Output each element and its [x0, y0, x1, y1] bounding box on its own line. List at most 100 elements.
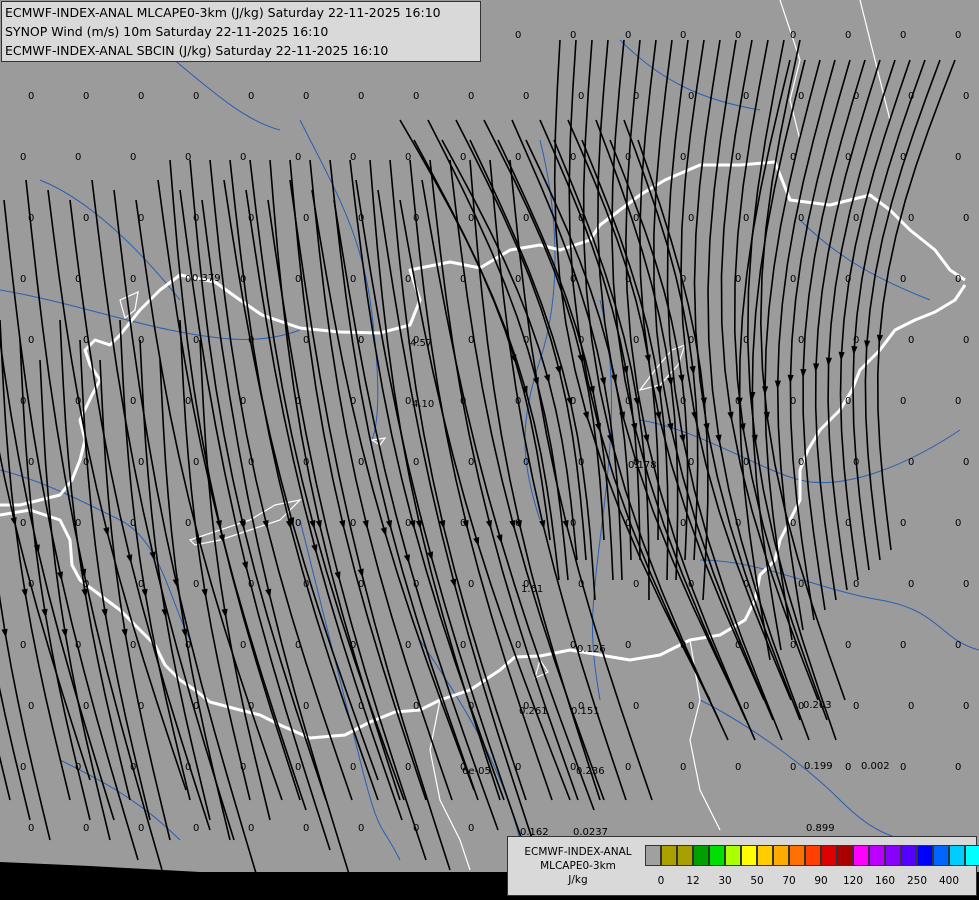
legend-swatch — [709, 845, 725, 866]
sbcin-zero-label: 0 — [625, 152, 631, 163]
sbcin-zero-label: 0 — [790, 640, 796, 651]
sbcin-zero-label: 0 — [83, 213, 89, 224]
legend-swatch — [645, 845, 661, 866]
sbcin-zero-label: 0 — [798, 579, 804, 590]
legend-tick: 120 — [842, 875, 864, 887]
sbcin-zero-label: 0 — [468, 823, 474, 834]
sbcin-zero-label: 0 — [908, 579, 914, 590]
sbcin-zero-label: 0 — [28, 579, 34, 590]
sbcin-zero-label: 0 — [790, 152, 796, 163]
sbcin-value-label: 0.126 — [577, 644, 606, 655]
sbcin-zero-label: 0 — [358, 213, 364, 224]
sbcin-zero-label: 0 — [735, 274, 741, 285]
header-line-wind: SYNOP Wind (m/s) 10m Saturday 22-11-2025… — [5, 24, 329, 39]
sbcin-zero-label: 0 — [633, 213, 639, 224]
sbcin-zero-label: 0 — [908, 213, 914, 224]
sbcin-zero-label: 0 — [515, 518, 521, 529]
sbcin-zero-label: 0 — [625, 274, 631, 285]
sbcin-zero-label: 0 — [358, 579, 364, 590]
sbcin-zero-label: 0 — [138, 701, 144, 712]
sbcin-value-label: 0.151 — [571, 706, 600, 717]
sbcin-value-label: 6e-05 — [462, 766, 491, 777]
sbcin-zero-label: 0 — [413, 579, 419, 590]
legend-ticks: 0 12 30 50 70 90 120 160 250 400 — [645, 875, 975, 889]
sbcin-zero-label: 0 — [138, 335, 144, 346]
sbcin-zero-label: 0 — [625, 762, 631, 773]
sbcin-zero-label: 0 — [185, 396, 191, 407]
sbcin-zero-label: 0 — [633, 579, 639, 590]
sbcin-value-label: 0.199 — [804, 761, 833, 772]
sbcin-zero-label: 0 — [468, 579, 474, 590]
legend-swatch — [965, 845, 979, 866]
sbcin-zero-label: 0 — [83, 579, 89, 590]
sbcin-value-label: 4.10 — [412, 399, 434, 410]
sbcin-zero-label: 0 — [28, 823, 34, 834]
legend-tick: 160 — [874, 875, 896, 887]
legend-tick: 70 — [782, 875, 796, 887]
header-line-sbcin: ECMWF-INDEX-ANAL SBCIN (J/kg) Saturday 2… — [5, 43, 389, 58]
sbcin-zero-label: 0 — [633, 91, 639, 102]
sbcin-zero-label: 0 — [468, 457, 474, 468]
sbcin-value-label: 0.203 — [803, 700, 832, 711]
sbcin-value-label: 0.002 — [861, 761, 890, 772]
sbcin-zero-label: 0 — [845, 274, 851, 285]
sbcin-zero-label: 0 — [240, 396, 246, 407]
legend-swatch — [869, 845, 885, 866]
sbcin-zero-label: 0 — [248, 91, 254, 102]
legend-tick: 250 — [906, 875, 928, 887]
sbcin-value-label: 0.261 — [519, 706, 548, 717]
sbcin-zero-label: 0 — [963, 213, 969, 224]
sbcin-zero-label: 0 — [515, 30, 521, 41]
sbcin-zero-label: 0 — [405, 518, 411, 529]
sbcin-zero-label: 0 — [570, 152, 576, 163]
sbcin-zero-label: 0 — [248, 213, 254, 224]
map-header-panel: ECMWF-INDEX-ANAL MLCAPE0-3km (J/kg) Satu… — [1, 1, 481, 62]
sbcin-zero-label: 0 — [75, 762, 81, 773]
sbcin-value-label: 1.61 — [521, 584, 543, 595]
legend-swatch — [837, 845, 853, 866]
sbcin-zero-label: 0 — [625, 30, 631, 41]
sbcin-zero-label: 0 — [28, 213, 34, 224]
sbcin-zero-label: 0 — [358, 335, 364, 346]
sbcin-zero-label: 0 — [240, 518, 246, 529]
legend-swatch — [949, 845, 965, 866]
sbcin-zero-label: 0 — [900, 30, 906, 41]
sbcin-zero-label: 0 — [20, 152, 26, 163]
sbcin-zero-label: 0 — [20, 640, 26, 651]
sbcin-zero-label: 0 — [193, 335, 199, 346]
sbcin-zero-label: 0 — [625, 396, 631, 407]
legend-swatch — [917, 845, 933, 866]
sbcin-zero-label: 0 — [790, 762, 796, 773]
sbcin-zero-label: 0 — [845, 518, 851, 529]
legend-tick: 30 — [718, 875, 732, 887]
sbcin-zero-label: 0 — [523, 335, 529, 346]
sbcin-zero-label: 0 — [680, 762, 686, 773]
sbcin-zero-label: 0 — [138, 579, 144, 590]
sbcin-zero-label: 0 — [908, 457, 914, 468]
sbcin-zero-label: 0 — [75, 152, 81, 163]
sbcin-zero-label: 0 — [955, 274, 961, 285]
sbcin-zero-label: 0 — [130, 518, 136, 529]
legend-swatch — [789, 845, 805, 866]
sbcin-zero-label: 0 — [570, 274, 576, 285]
sbcin-zero-label: 0 — [955, 640, 961, 651]
sbcin-zero-label: 0 — [853, 91, 859, 102]
sbcin-zero-label: 0 — [75, 518, 81, 529]
sbcin-zero-label: 0 — [350, 396, 356, 407]
sbcin-zero-label: 0 — [790, 518, 796, 529]
sbcin-zero-label: 0 — [130, 762, 136, 773]
sbcin-zero-label: 0 — [303, 213, 309, 224]
sbcin-zero-label: 0 — [193, 579, 199, 590]
sbcin-zero-label: 0 — [358, 91, 364, 102]
sbcin-zero-label: 0 — [963, 457, 969, 468]
sbcin-zero-label: 0 — [908, 335, 914, 346]
legend-tick: 400 — [938, 875, 960, 887]
sbcin-zero-label: 0 — [790, 274, 796, 285]
sbcin-zero-label: 0 — [248, 579, 254, 590]
sbcin-zero-label: 0 — [963, 91, 969, 102]
sbcin-zero-label: 0 — [578, 91, 584, 102]
sbcin-zero-label: 0 — [303, 579, 309, 590]
sbcin-zero-label: 0 — [130, 640, 136, 651]
sbcin-zero-label: 0 — [303, 823, 309, 834]
sbcin-zero-label: 0 — [688, 579, 694, 590]
